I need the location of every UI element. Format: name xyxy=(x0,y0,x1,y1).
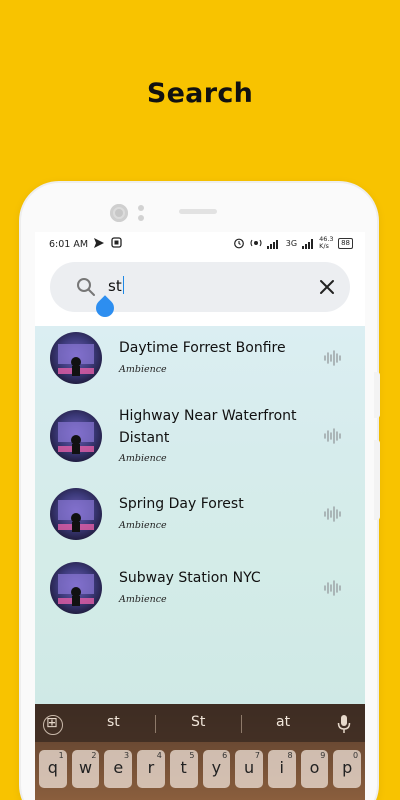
phone-side-button xyxy=(374,440,380,520)
track-title: Subway Station NYC xyxy=(119,570,261,586)
promo-title: Search xyxy=(146,78,254,109)
track-thumbnail xyxy=(50,332,102,384)
track-category: Ambience xyxy=(119,520,167,531)
keyboard: st St at 1q 2w 3e 4r 5t 6y 7u 8i 9o 0p xyxy=(35,704,365,800)
waveform-icon[interactable] xyxy=(323,505,341,523)
status-icons: 3G 46.3 K/s 88 xyxy=(233,236,353,250)
key[interactable]: 2w xyxy=(71,750,100,788)
waveform-icon[interactable] xyxy=(323,579,341,597)
waveform-icon[interactable] xyxy=(323,427,341,445)
battery-indicator: 88 xyxy=(338,237,353,249)
list-item[interactable]: Daytime Forrest Bonfire Ambience xyxy=(35,332,365,392)
key[interactable]: 7u xyxy=(235,750,263,788)
phone-side-button xyxy=(374,372,380,418)
key[interactable]: 5t xyxy=(169,750,198,788)
key[interactable]: 1q xyxy=(39,750,67,788)
earpiece-speaker xyxy=(179,209,217,214)
sensor-dot xyxy=(138,215,144,221)
suggestion[interactable]: St xyxy=(191,714,205,730)
status-bar: 6:01 AM 3G 46.3 K/s 88 xyxy=(35,232,365,256)
network-speed: 46.3 K/s xyxy=(319,235,334,250)
front-camera xyxy=(110,204,128,222)
apps-grid-icon[interactable] xyxy=(43,715,63,735)
suggestion[interactable]: st xyxy=(107,714,120,730)
key[interactable]: 0p xyxy=(333,750,362,788)
status-time: 6:01 AM xyxy=(49,239,89,250)
mic-icon[interactable] xyxy=(337,714,351,734)
track-title: Spring Day Forest xyxy=(119,496,244,512)
track-title: Highway Near Waterfront Distant xyxy=(119,408,297,446)
keyboard-row: 1q 2w 3e 4r 5t 6y 7u 8i 9o 0p xyxy=(39,750,362,788)
waveform-icon[interactable] xyxy=(323,349,341,367)
list-item[interactable]: Subway Station NYC Ambience xyxy=(35,562,365,622)
suggestion-divider xyxy=(241,715,242,733)
signal-icon xyxy=(302,238,314,249)
track-thumbnail xyxy=(50,488,102,540)
track-thumbnail xyxy=(50,562,102,614)
track-category: Ambience xyxy=(119,594,167,605)
key[interactable]: 8i xyxy=(267,750,296,788)
track-category: Ambience xyxy=(119,453,167,464)
app-screen: 6:01 AM 3G 46.3 K/s 88 st Daytime Forres… xyxy=(35,232,365,800)
send-icon xyxy=(94,238,104,248)
app-notification-icon xyxy=(111,237,122,248)
key[interactable]: 6y xyxy=(202,750,231,788)
text-caret xyxy=(122,276,125,294)
key[interactable]: 4r xyxy=(137,750,165,788)
suggestion[interactable]: at xyxy=(276,714,290,730)
suggestion-divider xyxy=(155,715,156,733)
sensor-dot xyxy=(138,205,144,211)
alarm-icon xyxy=(233,238,244,249)
key[interactable]: 3e xyxy=(104,750,133,788)
search-icon xyxy=(77,278,95,296)
list-item[interactable]: Spring Day Forest Ambience xyxy=(35,488,365,548)
keyboard-suggestion-bar: st St at xyxy=(35,704,365,742)
track-thumbnail xyxy=(50,410,102,462)
signal-icon xyxy=(266,239,278,249)
key[interactable]: 9o xyxy=(300,750,329,788)
track-category: Ambience xyxy=(119,364,167,375)
list-item[interactable]: Highway Near Waterfront Distant Ambience xyxy=(35,408,365,470)
search-input[interactable]: st xyxy=(108,276,125,295)
search-bar[interactable]: st xyxy=(50,262,350,312)
wifi-calling-icon xyxy=(250,239,262,247)
network-type: 3G xyxy=(285,238,298,248)
close-icon[interactable] xyxy=(319,279,335,295)
track-title: Daytime Forrest Bonfire xyxy=(119,340,286,356)
